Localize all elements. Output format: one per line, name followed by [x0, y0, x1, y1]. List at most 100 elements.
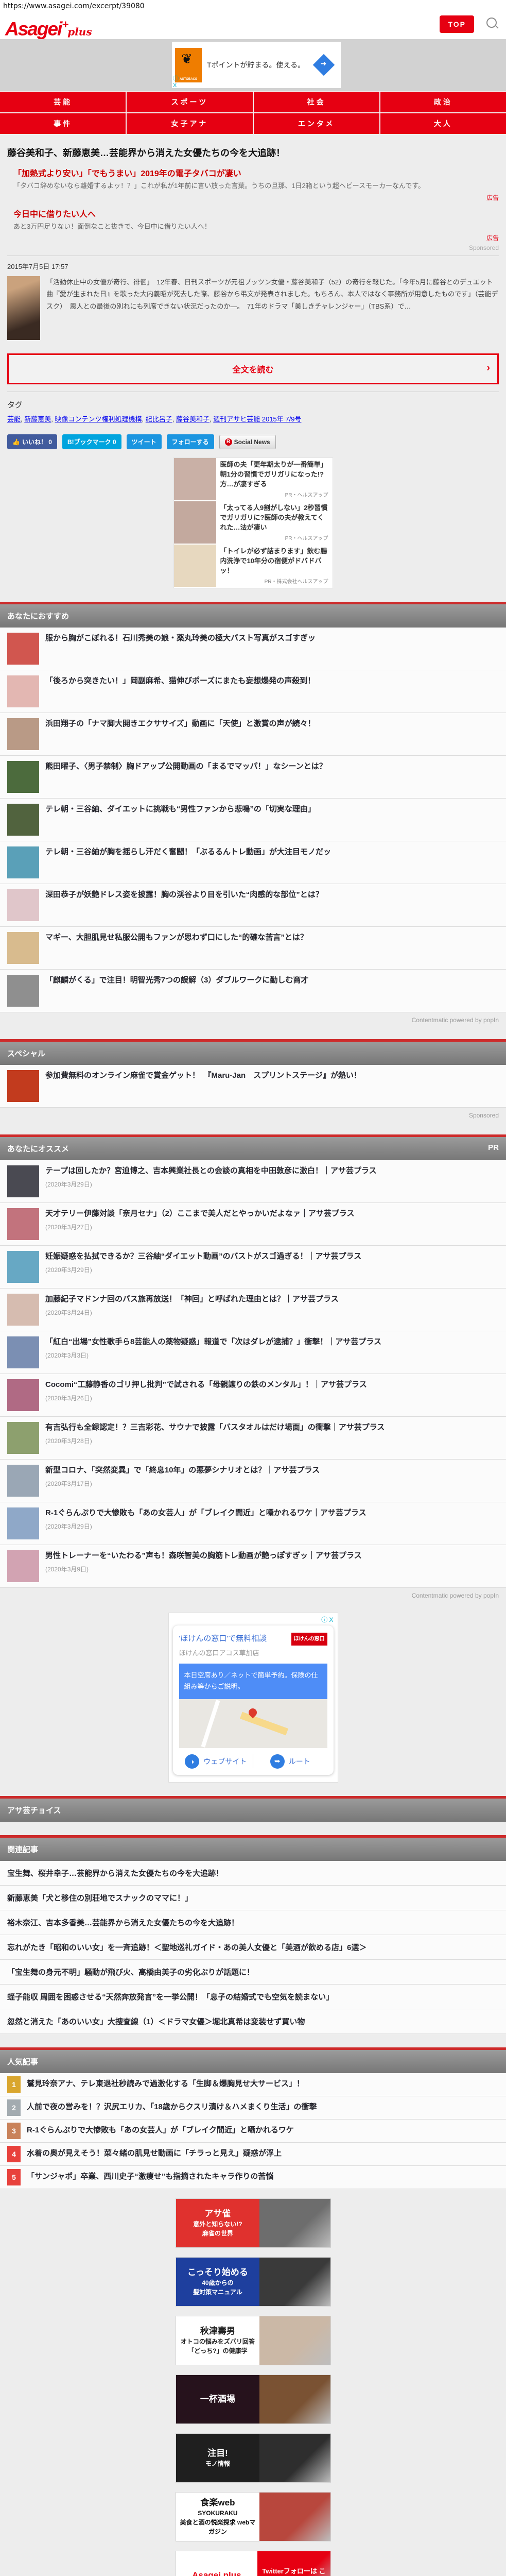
article-title-link[interactable]: 新型コロナ、「突然変異」で「終息10年」の悪夢シナリオとは？｜アサ芸プラス — [45, 1465, 499, 1477]
article-list-item[interactable]: 深田恭子が妖艶ドレス姿を披露！胸の渓谷より目を引いた“肉感的な部位”とは？ — [0, 884, 506, 927]
article-list-item[interactable]: 妊娠疑惑を払拭できるか？三谷紬“ダイエット動画”のバストがスゴ過ぎる！｜アサ芸プ… — [0, 1246, 506, 1289]
article-link[interactable]: 忘れがたき「昭和のいい女」を一斉追跡！＜聖地巡礼ガイド・あの美人女優と「美酒が飲… — [0, 1935, 506, 1960]
article-link[interactable]: 忽然と消えた「あのいい女」大捜査線（1）＜ドラマ女優＞堀北真希は変装せず買い物 — [0, 2009, 506, 2034]
nav-item[interactable]: 政治 — [380, 92, 506, 112]
follow-button[interactable]: フォローする — [166, 434, 214, 450]
ad-info-icon[interactable]: ⓘ — [173, 76, 179, 82]
article-title-link[interactable]: R-1ぐらんぷりで大惨敗も「あの女芸人」が「ブレイク間近」と囁かれるワケ — [27, 2125, 294, 2137]
sponsored-text-ad[interactable]: 「加熱式より安い」「でもうまい」2019年の電子タバコが凄い 「タバコ辞めないな… — [7, 166, 499, 202]
article-list-item[interactable]: Cocomi“工藤静香のゴリ押し批判”で試される「母親譲りの鉄のメンタル」！｜ア… — [0, 1374, 506, 1417]
article-title-link[interactable]: 妊娠疑惑を払拭できるか？三谷紬“ダイエット動画”のバストがスゴ過ぎる！｜アサ芸プ… — [45, 1251, 499, 1263]
like-button[interactable]: 👍 いいね！ 0 — [7, 434, 57, 450]
article-link[interactable]: 新藤恵美「犬と移住の別荘地でスナックのママに！」 — [0, 1885, 506, 1910]
banner-ad-hair-manual[interactable]: こっそり始める 40歳からの 髪対策マニュアル — [175, 2257, 331, 2307]
article-title-link[interactable]: 鷲見玲奈アナ、テレ東退社秒読みで過激化する「生脚＆爆胸見せ大サービス」！ — [27, 2078, 304, 2090]
article-title-link[interactable]: 水着の奥が見えそう！菜々緒の肌見せ動画に「チラっと見え」疑惑が浮上 — [27, 2148, 282, 2160]
article-list-item[interactable]: テレ朝・三谷紬、ダイエットに挑戦も“男性ファンから悲鳴”の「切実な理由」 — [0, 799, 506, 842]
nav-item[interactable]: 女子アナ — [127, 113, 253, 134]
article-list-item[interactable]: 服から胸がこぼれる！石川秀美の娘・薬丸玲美の極大バスト写真がスゴすぎッ — [0, 628, 506, 671]
article-title-link[interactable]: 「紅白“出場”女性歌手ら8芸能人の薬物疑惑」報道で「次はダレが逮捕？」衝撃！｜ア… — [45, 1336, 499, 1348]
article-list-item[interactable]: 熊田曜子、〈男子禁制〉胸ドアップ公開動画の「まるでマッパ！」なシーンとは？ — [0, 756, 506, 799]
map-ad-map1[interactable]: ⓘ X 'ほけんの窓口'で無料相談 ほけんの窓口アコス草加店 ほけんの窓口 本日空席あり… — [168, 1613, 338, 1783]
article-title-link[interactable]: テープは回したか？宮迫博之、吉本興業社長との会談の真相を中田敦彦に激白！｜アサ芸… — [45, 1165, 499, 1177]
article-list-item[interactable]: テープは回したか？宮迫博之、吉本興業社長との会談の真相を中田敦彦に激白！｜アサ芸… — [0, 1160, 506, 1204]
article-title-link[interactable]: 「サンジャポ」卒業、西川史子“激痩せ”も指摘されたキャラ作りの苦悩 — [27, 2171, 273, 2183]
article-title-link[interactable]: 熊田曜子、〈男子禁制〉胸ドアップ公開動画の「まるでマッパ！」なシーンとは？ — [45, 761, 499, 773]
tag-link[interactable]: 週刊アサヒ芸能 2015年 7/9号 — [213, 415, 301, 423]
article-list-item[interactable]: 有吉弘行も全録認定！？三吉彩花、サウナで披露「バスタオルはだけ場面」の衝撃｜アサ… — [0, 1417, 506, 1460]
social-news-button[interactable]: R Social News — [219, 434, 276, 449]
top-button[interactable]: TOP — [440, 15, 474, 33]
banner-ad-mono-joho[interactable]: 注目! モノ情報 — [175, 2433, 331, 2483]
article-list-item[interactable]: 新型コロナ、「突然変異」で「終息10年」の悪夢シナリオとは？｜アサ芸プラス (20… — [0, 1460, 506, 1503]
article-list-item[interactable]: 加藤紀子マドンナ回のバス旅再放送！「神回」と呼ばれた理由とは？｜アサ芸プラス (2… — [0, 1289, 506, 1332]
article-link[interactable]: 「宝生舞の身元不明」騒動が飛び火、高橋由美子の劣化ぶりが話題に！ — [0, 1959, 506, 1985]
map-ad-title[interactable]: 'ほけんの窓口'で無料相談 — [179, 1633, 267, 1643]
tag-link[interactable]: 藤谷美和子 — [176, 415, 210, 423]
top-ad-card[interactable]: AUTOBACS Tポイントが貯まる。使える。 ➜ ⓘ X — [172, 42, 341, 89]
banner-ad-twitter-follow[interactable]: Asagei plusTwitterフォローは こちらから — [175, 2550, 331, 2576]
hatena-bookmark-button[interactable]: B!ブックマーク 0 — [62, 434, 121, 450]
article-title-link[interactable]: 参加費無料のオンライン麻雀で賞金ゲット！ 『Maru-Jan スプリントステージ… — [45, 1070, 499, 1082]
nav-item[interactable]: 大人 — [380, 113, 506, 134]
article-title-link[interactable]: マギー、大胆肌見せ私服公開もファンが思わず口にした“的確な苦言”とは？ — [45, 932, 499, 944]
ranked-article-link[interactable]: 5 「サンジャポ」卒業、西川史子“激痩せ”も指摘されたキャラ作りの苦悩 — [0, 2165, 506, 2189]
article-list-item[interactable]: 「麒麟がくる」で注目！明智光秀7つの誤解（3）ダブルワークに勤しむ商才 — [0, 970, 506, 1013]
article-link[interactable]: 蛭子能収 周囲を困惑させる“天然奔放発言”を一挙公開！「息子の結婚式でも空気を読… — [0, 1984, 506, 2009]
sponsored-ad-title[interactable]: 今日中に借りたい人へ — [13, 207, 499, 219]
banner-ad-ippai-sakaba[interactable]: 一杯酒場 — [175, 2374, 331, 2424]
article-list-item[interactable]: マギー、大胆肌見せ私服公開もファンが思わず口にした“的確な苦言”とは？ — [0, 927, 506, 970]
tweet-button[interactable]: ツイート — [126, 434, 162, 450]
tag-link[interactable]: 新藤恵美 — [24, 415, 51, 423]
website-button[interactable]: ◑ ウェブサイト — [179, 1754, 253, 1769]
article-list-item[interactable]: 天才テリー伊藤対談「奈月セナ」（2）ここまで美人だとやっかいだよなァ｜アサ芸プラ… — [0, 1203, 506, 1246]
article-title-link[interactable]: 男性トレーナーを“いたわる”声も！森咲智美の胸筋トレ動画が艶っぽすぎッ｜アサ芸プ… — [45, 1550, 499, 1562]
tag-link[interactable]: 紀比呂子 — [146, 415, 172, 423]
ad-arrow-icon[interactable]: ➜ — [312, 54, 335, 76]
ranked-article-link[interactable]: 3 R-1ぐらんぷりで大惨敗も「あの女芸人」が「ブレイク間近」と囁かれるワケ — [0, 2119, 506, 2143]
article-title-link[interactable]: 深田恭子が妖艶ドレス姿を披露！胸の渓谷より目を引いた“肉感的な部位”とは？ — [45, 889, 499, 901]
article-title-link[interactable]: 「後ろから突きたい！」岡副麻希、猫伸びポーズにまたも妄想爆発の声殺到！ — [45, 675, 499, 687]
ranked-article-link[interactable]: 2 人前で夜の営みを！？沢尻エリカ、「18歳からクスリ漬け＆ハメまくり生活」の衝撃 — [0, 2096, 506, 2120]
nav-item[interactable]: 社会 — [253, 92, 379, 112]
article-title-link[interactable]: Cocomi“工藤静香のゴリ押し批判”で試される「母親譲りの鉄のメンタル」！｜ア… — [45, 1379, 499, 1391]
site-logo[interactable]: Asagei+plus — [5, 12, 92, 44]
sponsored-text-ad[interactable]: 今日中に借りたい人へ あと3万円足りない！面倒なこと抜きで、今日中に借りたい人へ… — [7, 207, 499, 243]
route-button[interactable]: ➥ ルート — [253, 1754, 327, 1769]
article-list-item[interactable]: R-1ぐらんぷりで大惨敗も「あの女芸人」が「ブレイク間近」と囁かれるワケ｜アサ芸… — [0, 1502, 506, 1546]
article-list-item[interactable]: 浜田翔子の「ナマ脚大開きエクササイズ」動画に「天使」と激賞の声が続々！ — [0, 713, 506, 756]
popin-ad-item[interactable]: 医師の夫「更年期太りが一番簡単」朝1分の習慣でガリガリになった!?方…が凄すぎる… — [173, 458, 333, 501]
ranked-article-link[interactable]: 1 鷲見玲奈アナ、テレ東退社秒読みで過激化する「生脚＆爆胸見せ大サービス」！ — [0, 2073, 506, 2096]
article-title-link[interactable]: テレ朝・三谷紬、ダイエットに挑戦も“男性ファンから悲鳴”の「切実な理由」 — [45, 804, 499, 816]
article-list-item[interactable]: 「後ろから突きたい！」岡副麻希、猫伸びポーズにまたも妄想爆発の声殺到！ — [0, 670, 506, 714]
popin-ad-item[interactable]: 「トイレが必ず詰まります」飲む腸内洗浄で10年分の宿便がドバドバッ！ PR・株式会… — [173, 545, 333, 588]
article-list-item[interactable]: 「紅白“出場”女性歌手ら8芸能人の薬物疑惑」報道で「次はダレが逮捕？」衝撃！｜ア… — [0, 1331, 506, 1375]
search-icon[interactable] — [486, 18, 497, 28]
map-image[interactable] — [179, 1699, 327, 1748]
article-title-link[interactable]: 浜田翔子の「ナマ脚大開きエクササイズ」動画に「天使」と激賞の声が続々！ — [45, 718, 499, 730]
banner-ad-asa-jan[interactable]: アサ雀 意外と知らない!? 麻雀の世界 — [175, 2198, 331, 2248]
article-title-link[interactable]: 加藤紀子マドンナ回のバス旅再放送！「神回」と呼ばれた理由とは？｜アサ芸プラス — [45, 1294, 499, 1306]
nav-item[interactable]: 事件 — [0, 113, 126, 134]
sponsored-ad-title[interactable]: 「加熱式より安い」「でもうまい」2019年の電子タバコが凄い — [13, 166, 499, 179]
ad-info-icon[interactable]: ⓘ — [321, 1616, 329, 1623]
popin-ad-item[interactable]: 「太ってる人9割がしない」2秒習慣でガリガリに?医師の夫が教えてくれた…法が凄い… — [173, 501, 333, 545]
article-link[interactable]: 裕木奈江、吉本多香美…芸能界から消えた女優たちの今を大追跡！ — [0, 1910, 506, 1935]
read-more-button[interactable]: 全文を読む › — [7, 353, 499, 384]
banner-ad-syokuraku-web[interactable]: 食楽web SYOKURAKU 美食と酒の悦楽探求 webマガジン — [175, 2492, 331, 2541]
ad-close-icon[interactable]: X — [173, 82, 179, 89]
article-title-link[interactable]: テレ朝・三谷紬が胸を揺らし汗だく奮闘！「ぶるるんトレ動画」が大注目モノだッ — [45, 846, 499, 858]
tag-link[interactable]: 映像コンテンツ権利処理機構 — [55, 415, 142, 423]
article-link[interactable]: 宝生舞、桜井幸子…芸能界から消えた女優たちの今を大追跡！ — [0, 1860, 506, 1886]
ranked-article-link[interactable]: 4 水着の奥が見えそう！菜々緒の肌見せ動画に「チラっと見え」疑惑が浮上 — [0, 2142, 506, 2166]
tag-link[interactable]: 芸能 — [7, 415, 21, 423]
article-title-link[interactable]: R-1ぐらんぷりで大惨敗も「あの女芸人」が「ブレイク間近」と囁かれるワケ｜アサ芸… — [45, 1507, 499, 1519]
article-title-link[interactable]: 人前で夜の営みを！？沢尻エリカ、「18歳からクスリ漬け＆ハメまくり生活」の衝撃 — [27, 2102, 317, 2113]
article-title-link[interactable]: 服から胸がこぼれる！石川秀美の娘・薬丸玲美の極大バスト写真がスゴすぎッ — [45, 633, 499, 645]
article-list-item[interactable]: テレ朝・三谷紬が胸を揺らし汗だく奮闘！「ぶるるんトレ動画」が大注目モノだッ — [0, 841, 506, 885]
article-title-link[interactable]: 「麒麟がくる」で注目！明智光秀7つの誤解（3）ダブルワークに勤しむ商才 — [45, 975, 499, 987]
article-list-item[interactable]: 参加費無料のオンライン麻雀で賞金ゲット！ 『Maru-Jan スプリントステージ… — [0, 1065, 506, 1108]
article-title-link[interactable]: 天才テリー伊藤対談「奈月セナ」（2）ここまで美人だとやっかいだよなァ｜アサ芸プラ… — [45, 1208, 499, 1220]
nav-item[interactable]: 芸能 — [0, 92, 126, 112]
ad-close-icon[interactable]: X — [329, 1616, 333, 1623]
